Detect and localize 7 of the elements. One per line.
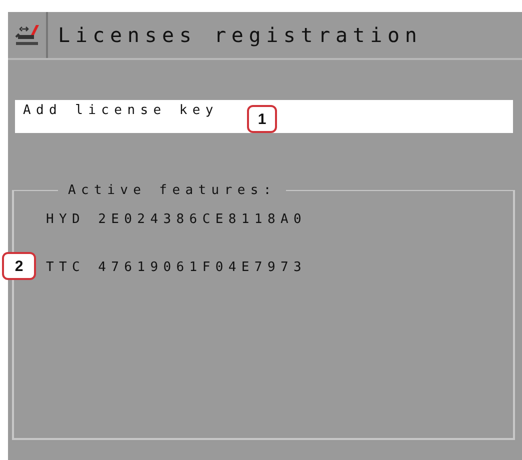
- panel-title: Active features:: [67, 183, 278, 198]
- feature-license: HYD 2E024386CE8118A0: [45, 212, 307, 226]
- callout-badge: 2: [2, 252, 36, 280]
- feature-license: TTC 47619061F04E7973: [45, 260, 307, 274]
- callout-badge: 1: [247, 105, 277, 133]
- machine-icon: [14, 23, 40, 47]
- screen-title: Licenses registration: [57, 23, 422, 47]
